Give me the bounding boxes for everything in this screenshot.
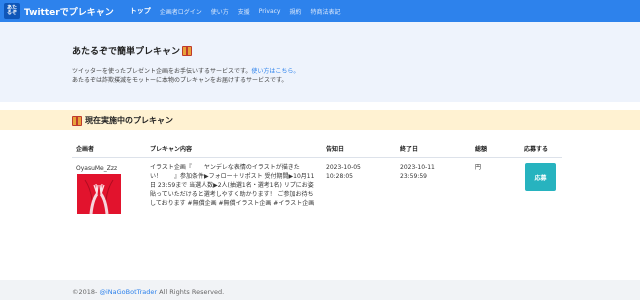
end-date: 2023-10-11 23:59:59 (400, 163, 435, 181)
gift-icon (182, 45, 193, 56)
footer-prefix: ©2018- (72, 288, 100, 296)
footer-suffix: All Rights Reserved. (157, 288, 225, 296)
nav-organizer-login[interactable]: 企画者ログイン (160, 7, 202, 16)
hero-desc-line-2: あたるぞは詐欺撲滅をモットーに本物のプレキャンをお届けするサービスです。 (72, 77, 288, 84)
nav-privacy[interactable]: Privacy (259, 8, 281, 15)
end-time-value: 23:59:59 (400, 173, 427, 180)
nav-support[interactable]: 支援 (238, 7, 250, 16)
nav-terms[interactable]: 規約 (289, 7, 301, 16)
hero-title: あたるぞで簡単プレキャン (72, 44, 193, 57)
amount-value: 円 (475, 164, 482, 171)
section-title-text: 現在実施中のプレキャン (85, 116, 173, 125)
gift-icon (72, 115, 82, 126)
brand-link[interactable]: Twitterでプレキャン (24, 5, 114, 18)
end-date-value: 2023-10-11 (400, 164, 435, 171)
section-banner: 現在実施中のプレキャン (0, 110, 640, 130)
header-apply: 応募する (524, 146, 549, 153)
how-to-use-link[interactable]: 使い方はこちら。 (251, 68, 299, 75)
navbar: あた るぞ Twitterでプレキャン トップ 企画者ログイン 使い方 支援 P… (0, 0, 640, 22)
header-end-date: 終了日 (400, 146, 419, 153)
table-divider (72, 157, 562, 158)
campaign-content: イラスト企画『 ヤンデレな表情のイラストが描きたい！ 』参加条件▶フォロー＋リポ… (150, 164, 315, 207)
avatar-illustration (77, 174, 121, 214)
nav-how-to-use[interactable]: 使い方 (211, 7, 229, 16)
header-announce-date: 告知日 (326, 146, 345, 153)
hero-description: ツイッターを使ったプレゼント企画をお手伝いするサービスです。使い方はこちら。 あ… (72, 67, 299, 85)
organizer-link[interactable]: OyasuMe_Zzz (76, 164, 117, 173)
hero-desc-line-1: ツイッターを使ったプレゼント企画をお手伝いするサービスです。 (72, 68, 252, 75)
header-amount: 総額 (475, 146, 488, 153)
footer-copyright: ©2018- @iNaGoBotTrader All Rights Reserv… (72, 288, 224, 296)
apply-button[interactable]: 応募 (525, 163, 556, 191)
announce-time-value: 10:28:05 (326, 173, 353, 180)
hero-section: あたるぞで簡単プレキャン ツイッターを使ったプレゼント企画をお手伝いするサービス… (0, 22, 640, 102)
avatar[interactable] (77, 174, 121, 214)
announce-date: 2023-10-05 10:28:05 (326, 163, 361, 181)
footer-author-link[interactable]: @iNaGoBotTrader (99, 288, 157, 296)
header-content: プレキャン内容 (150, 146, 193, 153)
nav-top[interactable]: トップ (130, 6, 151, 16)
logo-line-2: るぞ (6, 10, 17, 16)
app-logo[interactable]: あた るぞ (4, 3, 20, 19)
header-organizer: 企画者 (76, 146, 95, 153)
hero-title-text: あたるぞで簡単プレキャン (72, 47, 181, 57)
section-title: 現在実施中のプレキャン (72, 115, 173, 126)
footer: ©2018- @iNaGoBotTrader All Rights Reserv… (0, 280, 640, 300)
nav-commerce-law[interactable]: 特商法表記 (311, 7, 341, 16)
announce-date-value: 2023-10-05 (326, 164, 361, 171)
